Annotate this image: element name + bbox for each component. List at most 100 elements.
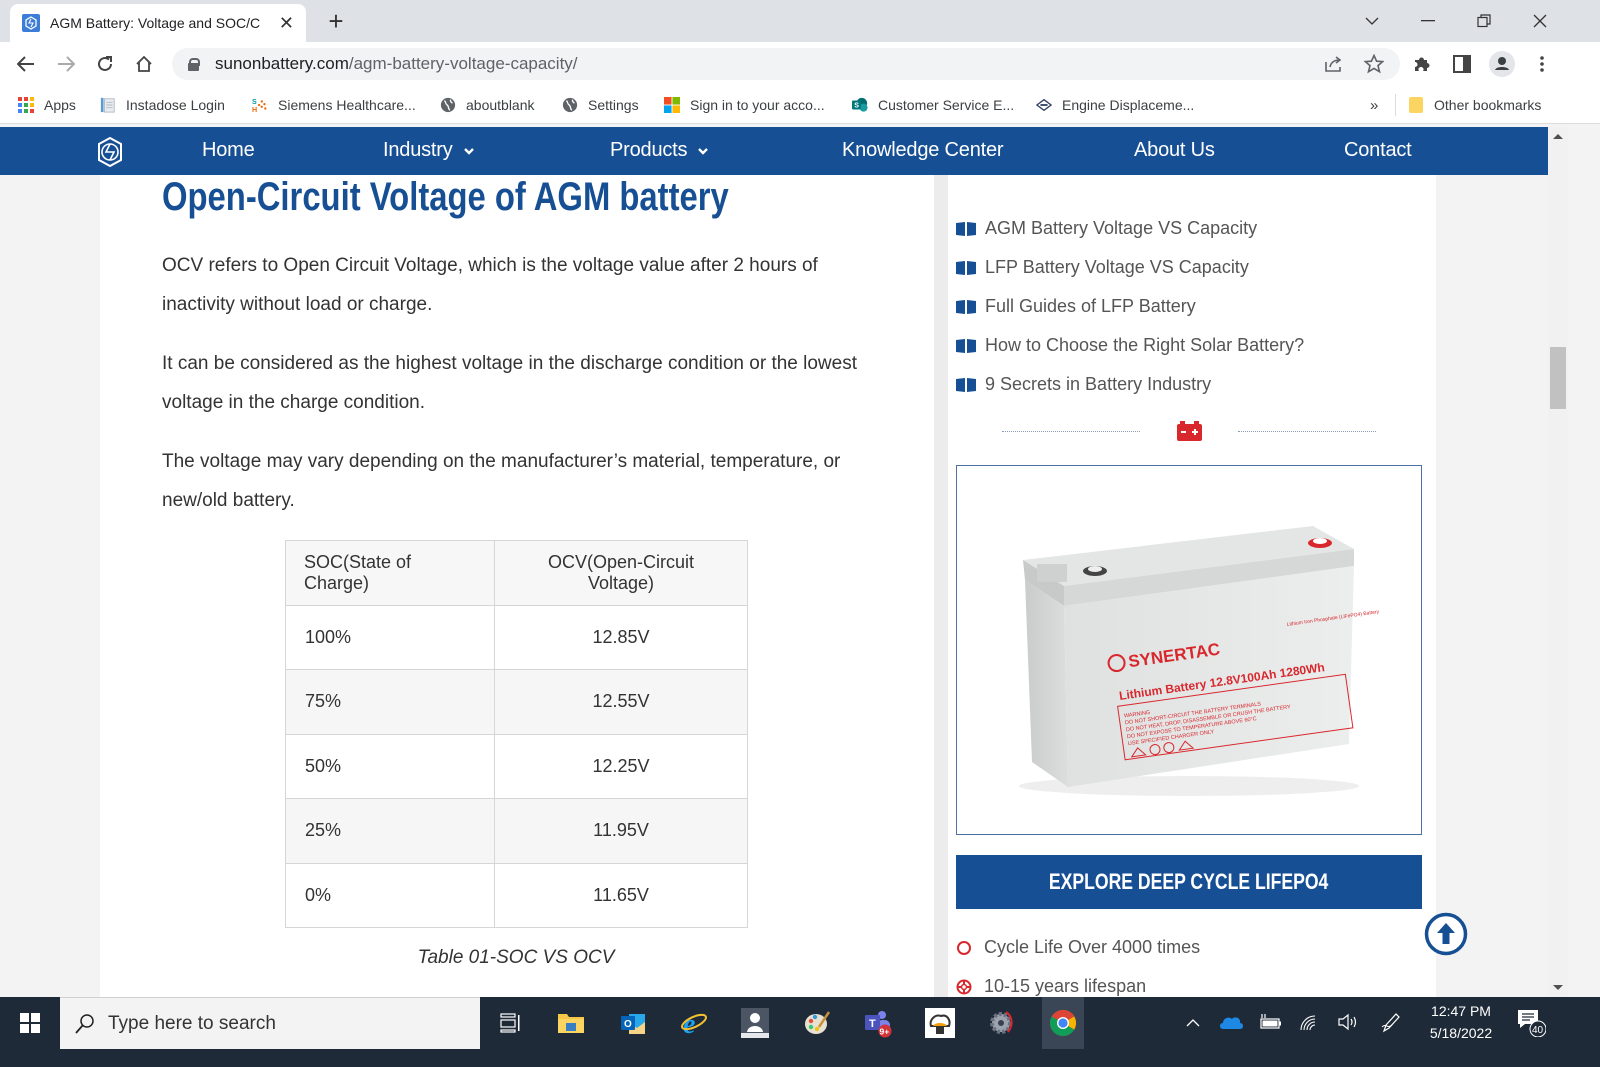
bookmarks-overflow-button[interactable]: » (1370, 94, 1378, 116)
page-content: Open-Circuit Voltage of AGM battery OCV … (0, 175, 1548, 997)
tab-close-icon[interactable]: ✕ (279, 14, 294, 32)
taskbar-internet-explorer[interactable]: e (674, 1003, 714, 1043)
taskbar-app-gear[interactable] (981, 1003, 1021, 1043)
table-row: 100% 12.85V (285, 604, 748, 670)
sidebar: AGM Battery Voltage VS Capacity LFP Batt… (934, 175, 1436, 997)
restore-button[interactable] (1464, 6, 1504, 36)
bookmark-aboutblank[interactable]: aboutblank (440, 94, 535, 116)
profile-avatar-icon[interactable] (1488, 50, 1516, 78)
home-button[interactable] (130, 50, 158, 78)
extensions-icon[interactable] (1408, 50, 1436, 78)
action-center-button[interactable]: 40 (1516, 1009, 1546, 1037)
system-clock[interactable]: 12:47 PM 5/18/2022 (1418, 1000, 1504, 1044)
svg-text:S: S (252, 98, 257, 106)
close-window-button[interactable] (1520, 6, 1560, 36)
svg-text:O: O (624, 1019, 632, 1030)
outlook-icon: O (621, 1014, 645, 1034)
ocv-cell: 12.55V (494, 669, 748, 735)
bookmarks-separator (1395, 94, 1396, 116)
bookmark-label: Engine Displaceme... (1062, 97, 1195, 113)
url-path: /agm-battery-voltage-capacity/ (348, 54, 578, 73)
bookmark-apps[interactable]: Apps (18, 94, 76, 116)
nav-label: Industry (383, 139, 453, 161)
bookmark-settings[interactable]: Settings (562, 94, 639, 116)
scroll-up-arrow-icon[interactable] (1553, 134, 1563, 139)
back-button[interactable] (12, 50, 40, 78)
sidebar-link-9-secrets[interactable]: 9 Secrets in Battery Industry (956, 365, 1304, 404)
sidebar-link-lfp-voltage[interactable]: LFP Battery Voltage VS Capacity (956, 248, 1304, 287)
reload-button[interactable] (91, 50, 119, 78)
taskbar-app-cloud[interactable] (920, 1003, 960, 1043)
battery-status-button[interactable] (1257, 1009, 1283, 1035)
bookmark-star-icon[interactable] (1362, 52, 1386, 76)
browser-tab-active[interactable]: AGM Battery: Voltage and SOC/C ✕ (10, 4, 306, 42)
paint-palette-icon (805, 1011, 831, 1034)
taskbar-file-explorer[interactable] (551, 1003, 591, 1043)
clock-time: 12:47 PM (1431, 1003, 1491, 1019)
feature-item: 10-15 years lifespan (956, 976, 1146, 997)
forward-button[interactable] (52, 50, 80, 78)
nav-products[interactable]: Products (610, 139, 709, 162)
sidebar-link-agm-voltage[interactable]: AGM Battery Voltage VS Capacity (956, 209, 1304, 248)
page-scrollbar[interactable] (1548, 127, 1568, 997)
nav-about-us[interactable]: About Us (1134, 139, 1215, 162)
svg-text:T: T (869, 1018, 876, 1030)
address-bar[interactable]: sunonbattery.com/agm-battery-voltage-cap… (172, 48, 1400, 80)
onedrive-button[interactable] (1218, 1009, 1244, 1035)
ocv-cell: 11.95V (494, 798, 748, 864)
explore-lifepo4-button[interactable]: EXPLORE DEEP CYCLE LIFEPO4 (956, 855, 1422, 909)
sidebar-link-list: AGM Battery Voltage VS Capacity LFP Batt… (956, 209, 1304, 404)
scroll-down-arrow-icon[interactable] (1553, 985, 1563, 990)
soc-cell: 100% (285, 604, 495, 670)
nav-home[interactable]: Home (202, 139, 255, 162)
battery-charging-icon (1260, 1014, 1281, 1029)
share-icon[interactable] (1322, 52, 1346, 76)
volume-button[interactable] (1335, 1009, 1361, 1035)
chevron-up-icon (1186, 1018, 1200, 1026)
taskbar-app-support[interactable] (735, 1003, 775, 1043)
new-tab-button[interactable]: + (322, 8, 350, 36)
pen-workspace-button[interactable] (1378, 1009, 1404, 1035)
minimize-button[interactable] (1408, 6, 1448, 36)
tab-search-chevron-icon[interactable] (1352, 6, 1392, 36)
sidebar-link-solar-battery[interactable]: How to Choose the Right Solar Battery? (956, 326, 1304, 365)
bookmark-instadose[interactable]: Instadose Login (100, 94, 225, 116)
sidebar-link-lfp-guide[interactable]: Full Guides of LFP Battery (956, 287, 1304, 326)
sidebar-link-label: AGM Battery Voltage VS Capacity (985, 218, 1258, 238)
svg-text:S: S (854, 102, 859, 110)
other-bookmarks-folder[interactable]: Other bookmarks (1408, 94, 1541, 116)
apps-grid-icon (18, 97, 34, 113)
divider-line (1002, 431, 1140, 432)
product-image-link[interactable]: SYNERTAC Lithium Battery 12.8V100Ah 1280… (956, 465, 1422, 835)
feature-label: 10-15 years lifespan (984, 976, 1147, 996)
taskbar-paint[interactable] (797, 1003, 837, 1043)
taskbar-outlook[interactable]: O (613, 1003, 653, 1043)
site-logo-icon[interactable] (94, 136, 126, 168)
task-view-button[interactable] (490, 1003, 530, 1043)
notifications-icon: 40 (1518, 1010, 1546, 1037)
bookmark-siemens[interactable]: SH Siemens Healthcare... (252, 94, 416, 116)
notification-count: 40 (1532, 1025, 1544, 1036)
network-button[interactable] (1296, 1009, 1322, 1035)
bookmark-customer-service[interactable]: S Customer Service E... (852, 94, 1014, 116)
taskbar-chrome[interactable] (1042, 997, 1084, 1049)
back-to-top-button[interactable] (1424, 912, 1468, 956)
internet-explorer-icon: e (681, 1009, 707, 1037)
start-button[interactable] (0, 997, 60, 1049)
chrome-menu-icon[interactable] (1528, 50, 1556, 78)
bookmark-engine-displacement[interactable]: Engine Displaceme... (1036, 94, 1194, 116)
taskbar-teams[interactable]: T 9+ (858, 1003, 898, 1043)
nav-contact[interactable]: Contact (1344, 139, 1412, 162)
nav-knowledge-center[interactable]: Knowledge Center (842, 139, 1004, 162)
article-column: Open-Circuit Voltage of AGM battery OCV … (100, 175, 934, 997)
search-icon (75, 1013, 94, 1034)
side-panel-icon[interactable] (1448, 50, 1476, 78)
scrollbar-thumb[interactable] (1550, 347, 1566, 409)
article-heading: Open-Circuit Voltage of AGM battery (162, 175, 729, 219)
ring-icon (957, 940, 971, 955)
bookmark-microsoft-signin[interactable]: Sign in to your acco... (664, 94, 825, 116)
show-hidden-icons-button[interactable] (1180, 1009, 1206, 1035)
taskbar-search-box[interactable]: Type here to search (60, 997, 480, 1049)
battery-product-image: SYNERTAC Lithium Battery 12.8V100Ah 1280… (1019, 526, 1380, 796)
nav-industry[interactable]: Industry (383, 139, 475, 162)
